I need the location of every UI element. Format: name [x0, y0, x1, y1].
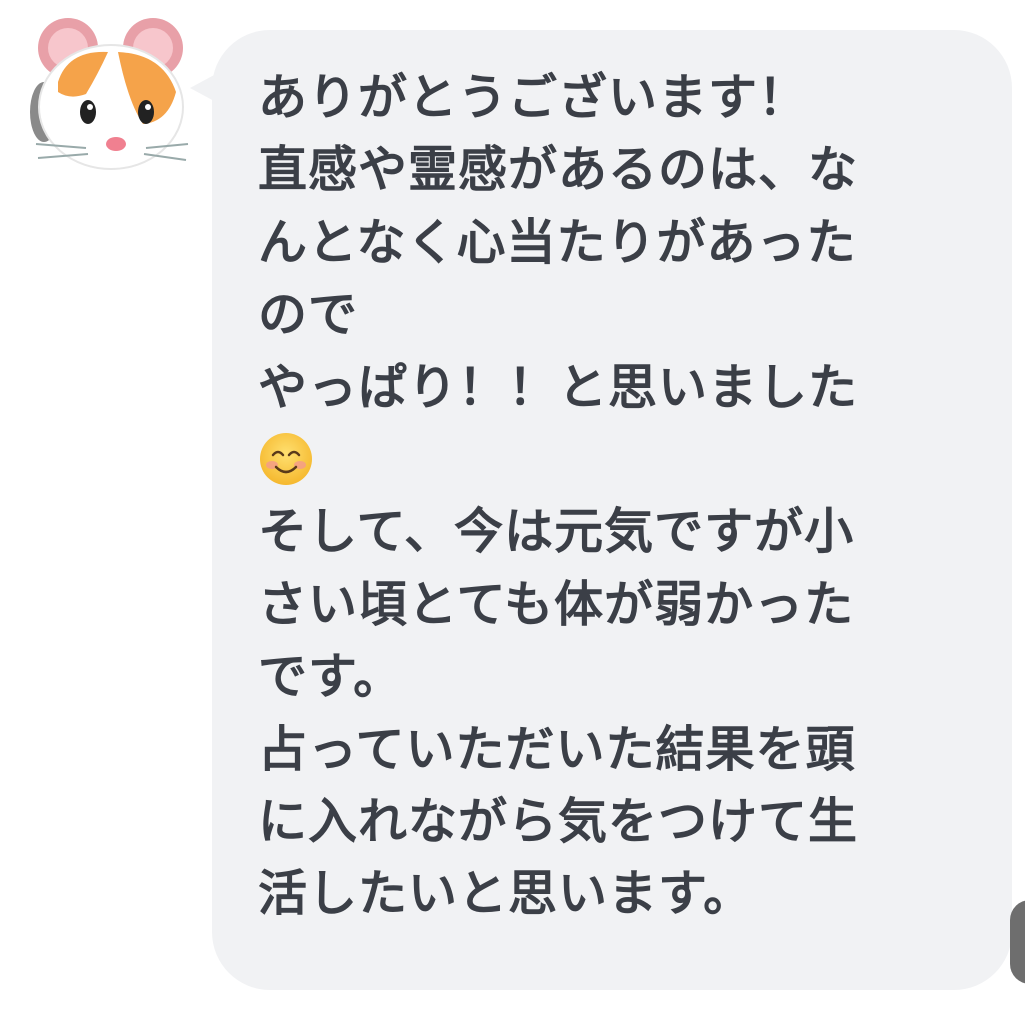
sender-avatar[interactable] [28, 12, 193, 172]
hamster-icon [30, 18, 189, 170]
message-line: 占っていただいた結果を頭 [258, 720, 856, 778]
message-line: そして、今は元気ですが小 [258, 503, 855, 561]
message-line: やっぱり！！と思いました [258, 358, 859, 416]
message-line: ので [258, 286, 359, 344]
message-line: さい頃とても体が弱かった [258, 575, 855, 633]
scroll-button[interactable] [1010, 900, 1025, 984]
message-line: に入れながら気をつけて生 [258, 792, 859, 850]
message-text: ありがとうございます！ 直感や霊感があるのは、な んとなく心当たりがあった ので… [258, 62, 948, 931]
smiling-face-icon [260, 433, 312, 486]
message-line: ありがとうございます！ [258, 69, 809, 126]
message-line: 直感や霊感があるのは、な [258, 141, 859, 199]
message-line: です。 [258, 648, 404, 706]
message-line: んとなく心当たりがあった [258, 213, 857, 271]
message-line-emoji [258, 424, 948, 496]
message-line: 活したいと思います。 [258, 865, 754, 923]
